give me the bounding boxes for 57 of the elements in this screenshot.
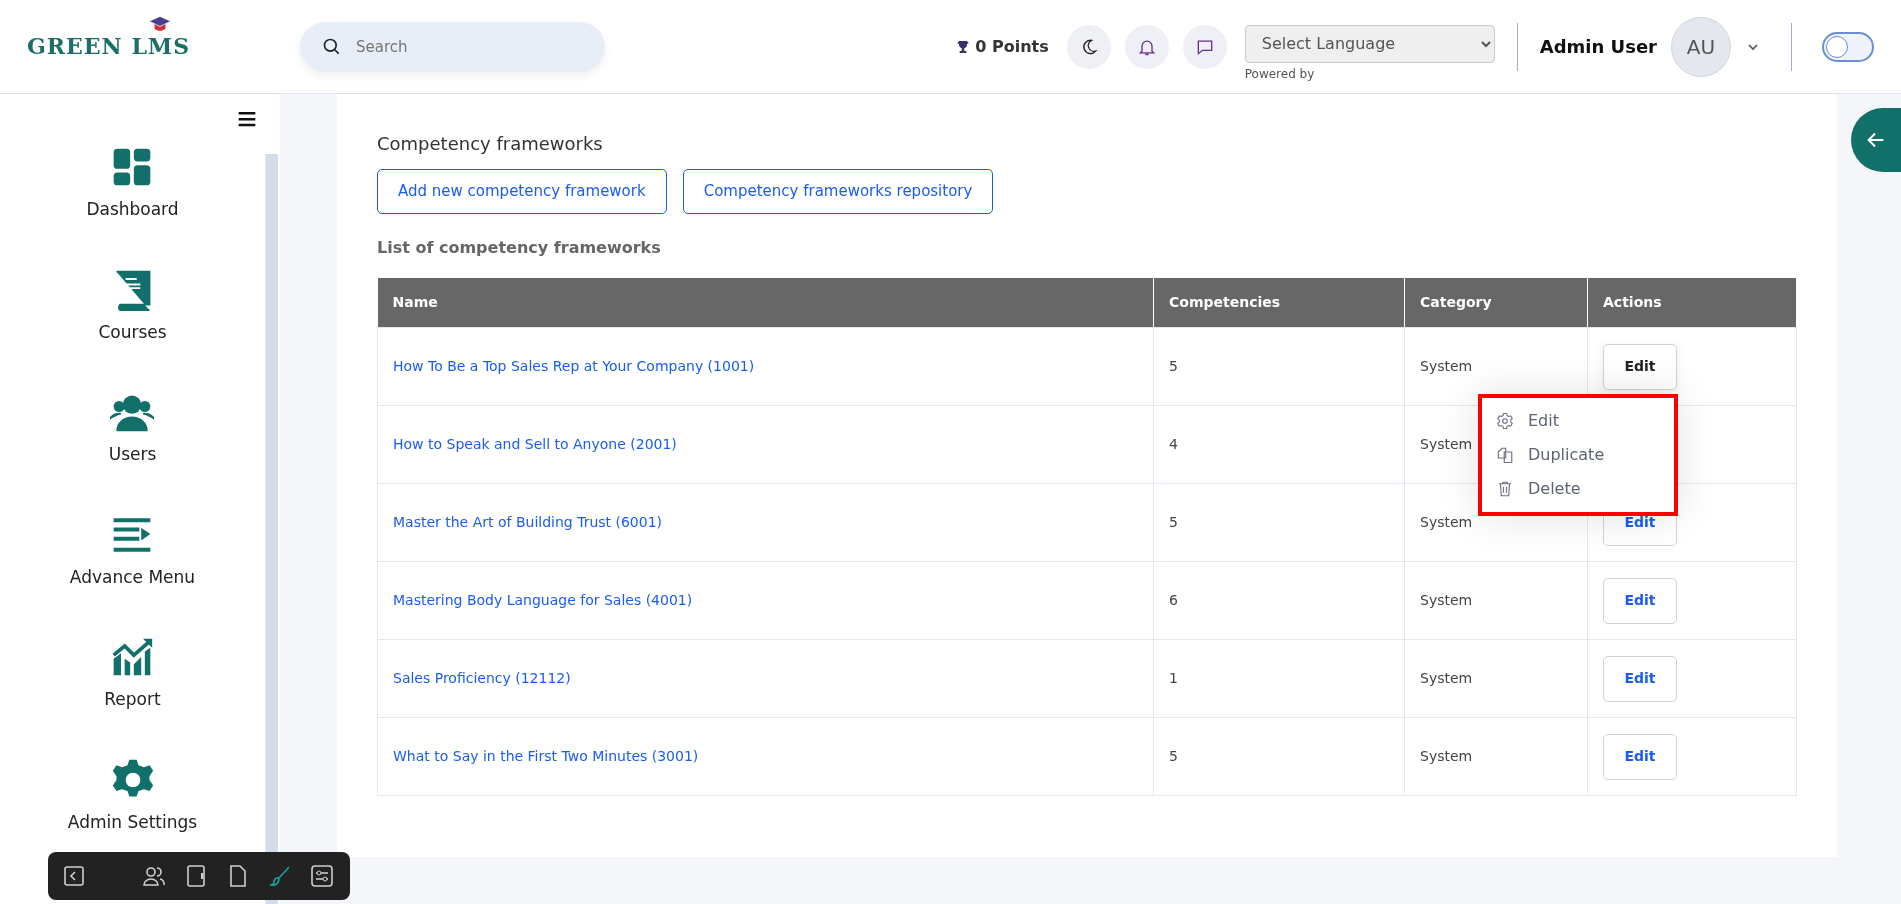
back-icon	[62, 864, 86, 888]
framework-link[interactable]: Master the Art of Building Trust (6001)	[393, 514, 663, 530]
framework-link[interactable]: Sales Proficiency (12112)	[393, 670, 571, 686]
search-field[interactable]: Search	[300, 21, 606, 72]
toolbar-button[interactable]	[268, 864, 292, 888]
table-cell: System	[1404, 639, 1588, 718]
sidebar-item[interactable]: Dashboard	[80, 144, 185, 224]
edit-button[interactable]: Edit	[1603, 577, 1677, 624]
table-cell: 5	[1153, 327, 1405, 406]
column-header: Competencies	[1153, 277, 1405, 328]
framework-link[interactable]: How to Speak and Sell to Anyone (2001)	[393, 436, 677, 452]
copy-icon	[1496, 445, 1514, 464]
points-text: 0 Points	[975, 35, 1049, 58]
sidebar-item[interactable]: Report	[98, 634, 167, 714]
notebook-icon	[184, 864, 208, 888]
framework-link[interactable]: What to Say in the First Two Minutes (3001)	[393, 748, 699, 764]
edit-button[interactable]: Edit	[1603, 343, 1677, 390]
collapse-tab[interactable]	[1851, 108, 1901, 172]
user-name: Admin User	[1539, 35, 1657, 59]
sidebar-item[interactable]: Users	[102, 389, 163, 469]
column-header: Actions	[1587, 277, 1797, 328]
column-header: Name	[377, 277, 1154, 328]
sidebar-item[interactable]: Advance Menu	[63, 511, 202, 591]
outline-button[interactable]: Add new competency framework	[377, 169, 667, 214]
toolbar-button[interactable]	[142, 864, 166, 888]
framework-link[interactable]: Mastering Body Language for Sales (4001)	[393, 592, 693, 608]
users-icon	[142, 864, 166, 888]
edit-button[interactable]: Edit	[1603, 655, 1677, 702]
outline-button[interactable]: Competency frameworks repository	[682, 169, 994, 214]
brush-icon	[268, 864, 292, 888]
trash-icon	[1496, 479, 1514, 498]
section-heading: List of competency frameworks	[377, 236, 662, 259]
edit-button[interactable]: Edit	[1603, 733, 1677, 780]
language-select[interactable]: Select Language	[1244, 24, 1495, 63]
toolbar-button[interactable]	[184, 864, 208, 888]
menu-item[interactable]: Edit	[1482, 403, 1674, 438]
menu-item[interactable]: Duplicate	[1482, 437, 1674, 472]
gear-icon	[1496, 411, 1514, 430]
table-cell: 6	[1153, 561, 1405, 640]
sliders-icon	[310, 864, 334, 888]
framework-link[interactable]: How To Be a Top Sales Rep at Your Company (1001)	[393, 358, 755, 374]
theme-toggle[interactable]	[1822, 31, 1874, 62]
table-cell: System	[1404, 561, 1588, 640]
table-cell: 4	[1153, 405, 1405, 484]
table-cell: 5	[1153, 717, 1405, 796]
table-cell: System	[1404, 717, 1588, 796]
toolbar-button[interactable]	[310, 864, 334, 888]
logo-text: GREEN LMS	[27, 32, 191, 61]
column-header: Category	[1404, 277, 1588, 328]
sidebar-item[interactable]: Admin Settings	[61, 756, 204, 836]
page-title: Competency frameworks	[377, 132, 604, 156]
sidebar-item[interactable]: Courses	[92, 266, 173, 346]
table-cell: 5	[1153, 483, 1405, 562]
toolbar-button[interactable]	[62, 864, 86, 888]
table-cell: 1	[1153, 639, 1405, 718]
avatar: AU	[1671, 16, 1731, 77]
powered-by-text: Powered by	[1244, 65, 1316, 83]
